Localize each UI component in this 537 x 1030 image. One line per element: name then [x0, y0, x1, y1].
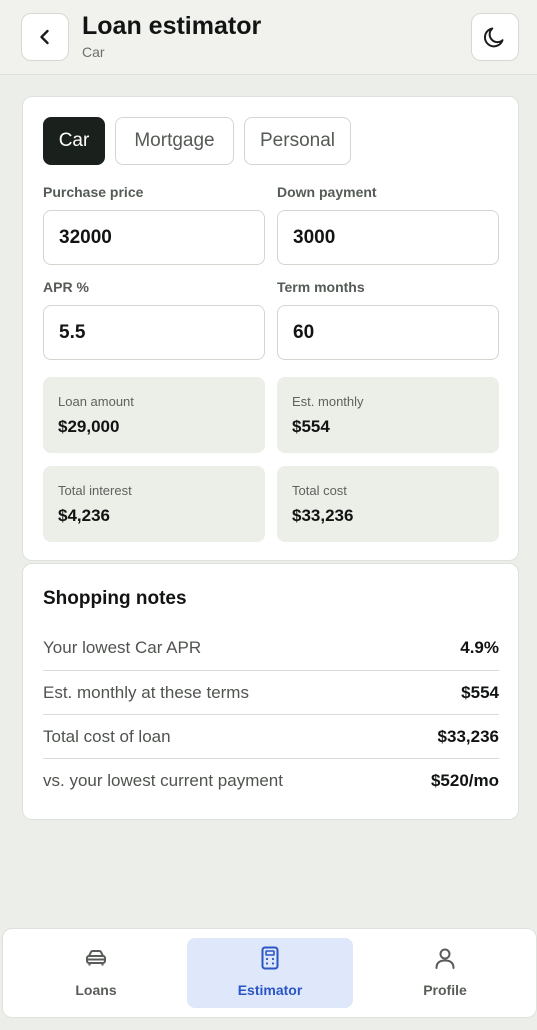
total-cost-label: Total cost: [292, 483, 347, 498]
nav-label-estimator: Estimator: [237, 982, 303, 998]
note-value: $520/mo: [430, 770, 499, 790]
moon-icon: [483, 27, 504, 48]
shopping-notes-title: Shopping notes: [43, 588, 187, 609]
nav-label-loans: Loans: [75, 982, 117, 998]
note-label: Total cost of loan: [43, 726, 171, 746]
loan-amount-stat: Loan amount $29,000: [43, 377, 265, 453]
loan-amount-value: $29,000: [58, 417, 120, 436]
down-payment-label: Down payment: [277, 184, 377, 200]
bottom-nav: Loans Estimator Profile: [2, 928, 537, 1018]
nav-item-loans[interactable]: Loans: [13, 938, 179, 1008]
page-title: Loan estimator: [82, 12, 262, 40]
shopping-notes-card: Shopping notes Your lowest Car APR 4.9% …: [22, 563, 519, 820]
list-item: Your lowest Car APR 4.9%: [43, 626, 499, 670]
calculator-icon: [260, 946, 280, 970]
total-cost-stat: Total cost $33,236: [277, 466, 499, 542]
total-interest-stat: Total interest $4,236: [43, 466, 265, 542]
nav-item-profile[interactable]: Profile: [362, 938, 528, 1008]
tab-personal[interactable]: Personal: [244, 117, 351, 165]
purchase-price-input[interactable]: 32000: [43, 210, 265, 265]
theme-toggle-button[interactable]: [471, 13, 519, 61]
total-interest-value: $4,236: [58, 506, 110, 525]
purchase-price-label: Purchase price: [43, 184, 144, 200]
note-value: $554: [461, 682, 499, 702]
note-label: Est. monthly at these terms: [43, 682, 249, 702]
note-value: 4.9%: [460, 638, 499, 657]
note-label: vs. your lowest current payment: [43, 770, 283, 790]
back-button[interactable]: [21, 13, 69, 61]
nav-label-profile: Profile: [423, 982, 467, 998]
user-icon: [433, 946, 457, 970]
apr-label: APR %: [43, 279, 89, 295]
nav-item-estimator[interactable]: Estimator: [187, 938, 353, 1008]
app-header: Loan estimator Car: [0, 0, 537, 75]
list-item: Total cost of loan $33,236: [43, 714, 499, 758]
estimator-card: Car Mortgage Personal Purchase price 320…: [22, 96, 519, 561]
est-monthly-value: $554: [292, 417, 330, 436]
chevron-left-icon: [40, 29, 49, 45]
total-cost-value: $33,236: [292, 506, 354, 525]
total-interest-label: Total interest: [58, 483, 132, 498]
loan-amount-label: Loan amount: [58, 394, 134, 409]
apr-input[interactable]: 5.5: [43, 305, 265, 360]
note-label: Your lowest Car APR: [43, 638, 202, 657]
loan-type-tabs: Car Mortgage Personal: [43, 117, 351, 165]
note-value: $33,236: [437, 726, 499, 746]
list-item: vs. your lowest current payment $520/mo: [43, 758, 499, 802]
page-subtitle: Car: [82, 44, 105, 60]
est-monthly-label: Est. monthly: [292, 394, 364, 409]
term-months-input[interactable]: 60: [277, 305, 499, 360]
tab-mortgage[interactable]: Mortgage: [115, 117, 234, 165]
car-icon: [84, 946, 108, 970]
est-monthly-stat: Est. monthly $554: [277, 377, 499, 453]
tab-car[interactable]: Car: [43, 117, 105, 165]
term-months-label: Term months: [277, 279, 365, 295]
down-payment-input[interactable]: 3000: [277, 210, 499, 265]
list-item: Est. monthly at these terms $554: [43, 670, 499, 714]
